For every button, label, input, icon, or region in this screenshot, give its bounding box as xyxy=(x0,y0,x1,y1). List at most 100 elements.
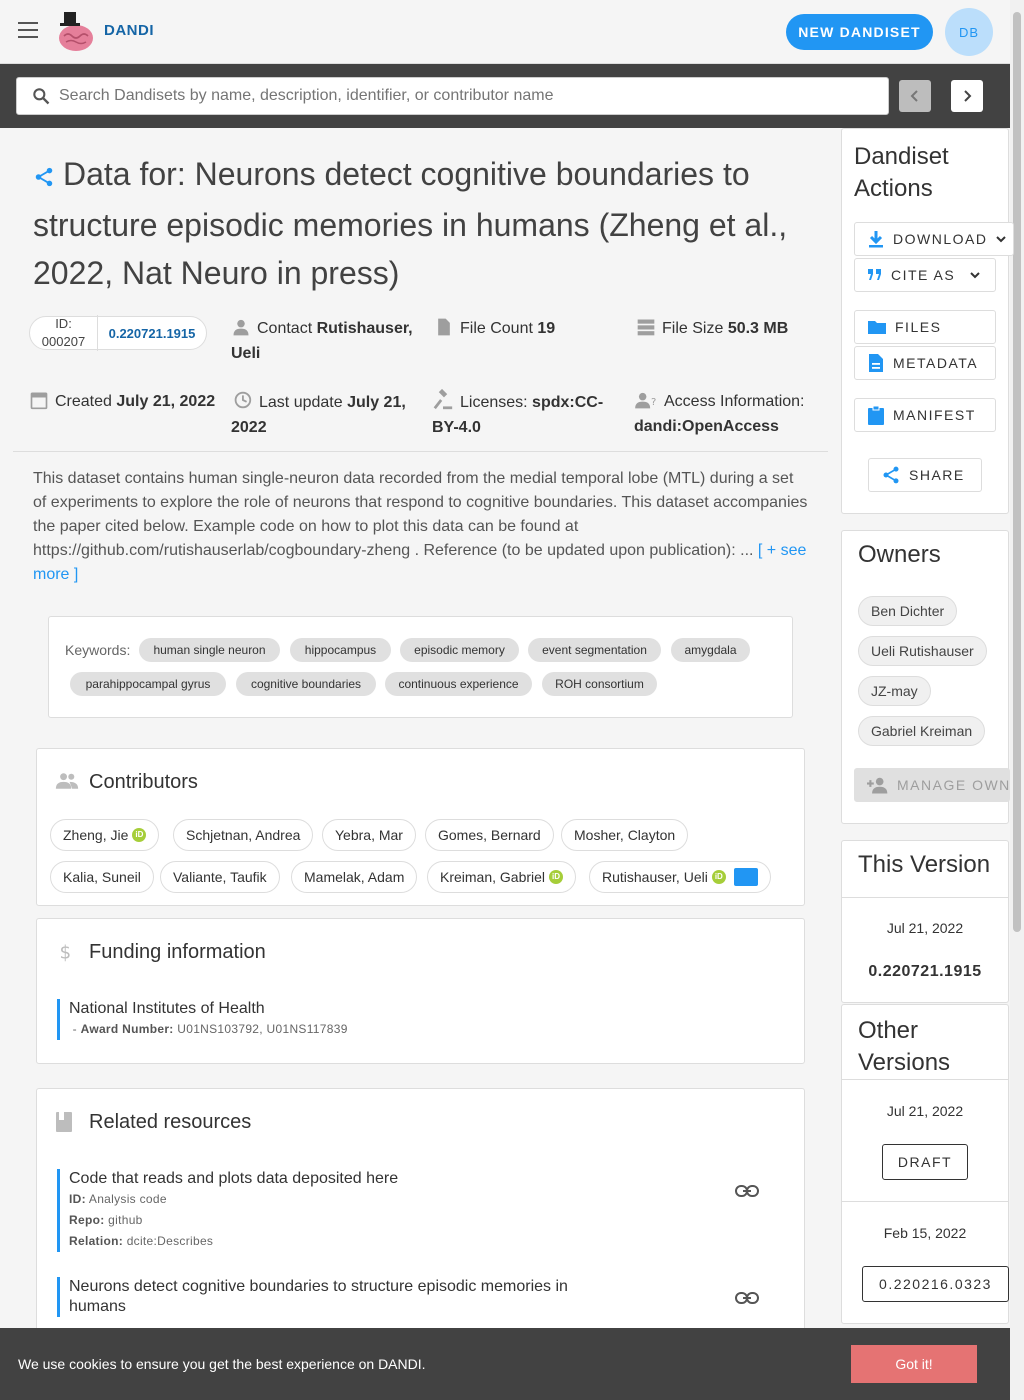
contributor-chip[interactable]: Mamelak, Adam xyxy=(291,861,418,893)
dandiset-title: Data for: Neurons detect cognitive bound… xyxy=(33,150,813,297)
resource-id-label: ID: xyxy=(69,1192,86,1206)
accept-cookies-button[interactable]: Got it! xyxy=(851,1345,977,1383)
resource-relation: dcite:Describes xyxy=(126,1234,214,1248)
book-icon xyxy=(56,1112,72,1132)
resource-title: Code that reads and plots data deposited… xyxy=(69,1170,399,1187)
file-size: File Size 50.3 MB xyxy=(636,316,826,341)
resource-relation-label: Relation: xyxy=(69,1234,124,1248)
link-icon[interactable] xyxy=(735,1183,759,1199)
version-label[interactable]: 0.220721.1915 xyxy=(98,326,206,341)
contributors-title: Contributors xyxy=(89,771,198,793)
created-value: July 21, 2022 xyxy=(116,393,216,410)
keyword-chip: episodic memory xyxy=(400,638,519,662)
document-icon xyxy=(869,354,883,372)
dandi-logo[interactable] xyxy=(52,10,96,54)
file-count: File Count 19 xyxy=(434,316,624,341)
keywords-panel: Keywords: human single neuron hippocampu… xyxy=(48,616,793,718)
owners-title: Owners xyxy=(858,541,941,568)
keyword-chip: continuous experience xyxy=(385,672,532,696)
contributor-chip[interactable]: Zheng, Jie iD xyxy=(50,819,160,851)
search-bar xyxy=(0,64,1010,128)
clipboard-icon xyxy=(868,405,884,425)
funder-name: National Institutes of Health xyxy=(69,1000,265,1017)
quote-icon xyxy=(868,269,881,280)
contributor-chip[interactable]: Yebra, Mar xyxy=(322,819,416,851)
link-icon[interactable] xyxy=(735,1290,759,1306)
last-update: Last update July 21, 2022 xyxy=(231,389,421,440)
access-info: ? Access Information: dandi:OpenAccess xyxy=(634,389,824,439)
contributor-chip[interactable]: Kreiman, Gabriel iD xyxy=(427,861,577,893)
search-icon xyxy=(33,88,50,105)
contributor-chip[interactable]: Schjetnan, Andrea xyxy=(173,819,314,851)
contributor-chip[interactable]: Kalia, Suneil xyxy=(50,861,154,893)
contributor-chip[interactable]: Valiante, Taufik xyxy=(160,861,280,893)
group-icon xyxy=(55,773,79,789)
divider xyxy=(842,1079,1008,1080)
keyword-chip: hippocampus xyxy=(290,638,391,662)
funding-card: $ Funding information National Institute… xyxy=(36,918,805,1064)
contributor-name: Kreiman, Gabriel xyxy=(440,869,546,885)
gavel-icon xyxy=(433,388,453,410)
file-count-label: File Count xyxy=(460,320,533,337)
download-button[interactable]: DOWNLOAD xyxy=(854,222,1014,256)
owners-panel: Owners Ben Dichter Ueli Rutishauser JZ-m… xyxy=(841,530,1010,824)
manage-owners-button[interactable]: MANAGE OWNERS xyxy=(854,768,1010,802)
divider xyxy=(842,1201,1008,1202)
this-version-title: This Version xyxy=(858,851,991,878)
related-item: Neurons detect cognitive boundaries to s… xyxy=(57,1277,577,1317)
orcid-icon[interactable]: iD xyxy=(549,870,564,884)
page-scrollbar[interactable] xyxy=(1010,0,1024,1400)
file-icon xyxy=(438,318,450,336)
user-avatar[interactable]: DB xyxy=(945,8,993,56)
this-version-panel: This Version Jul 21, 2022 0.220721.1915 xyxy=(841,840,1009,1003)
metadata-button[interactable]: METADATA xyxy=(854,346,996,380)
cite-as-button[interactable]: CITE AS xyxy=(854,258,996,292)
contributor-chip[interactable]: Gomes, Bernard xyxy=(425,819,554,851)
calendar-icon xyxy=(30,392,48,410)
version-date: Jul 21, 2022 xyxy=(886,1103,964,1119)
contact-person-icon[interactable] xyxy=(733,868,758,886)
contributor-name: Yebra, Mar xyxy=(335,827,403,843)
resource-title: Neurons detect cognitive boundaries to s… xyxy=(69,1278,568,1315)
dandiset-id: ID: 000207 xyxy=(30,315,98,351)
menu-icon[interactable] xyxy=(18,22,38,38)
manifest-button[interactable]: MANIFEST xyxy=(854,398,996,432)
manage-owners-label: MANAGE OWNERS xyxy=(897,777,1010,793)
keyword-chip: human single neuron xyxy=(139,638,280,662)
keyword-chip: amygdala xyxy=(671,638,750,662)
cite-label: CITE AS xyxy=(891,267,956,283)
access-value: dandi:OpenAccess xyxy=(634,418,779,435)
file-size-label: File Size xyxy=(662,320,724,337)
orcid-icon[interactable]: iD xyxy=(132,828,147,842)
share-button[interactable]: SHARE xyxy=(868,458,982,492)
new-dandiset-button[interactable]: NEW DANDISET xyxy=(786,14,933,50)
award-number: U01NS103792, U01NS117839 xyxy=(177,1022,348,1036)
published-version-button[interactable]: 0.220216.0323 xyxy=(862,1266,1009,1302)
id-value: 000207 xyxy=(41,334,86,349)
title-text: Data for: Neurons detect cognitive bound… xyxy=(33,156,788,291)
scrollbar-thumb[interactable] xyxy=(1013,12,1021,932)
keyword-chip: cognitive boundaries xyxy=(236,672,376,696)
chevron-left-icon xyxy=(910,90,918,102)
share-icon[interactable] xyxy=(33,153,55,201)
contributor-chip[interactable]: Mosher, Clayton xyxy=(561,819,689,851)
contributor-name: Gomes, Bernard xyxy=(438,827,541,843)
search-input[interactable] xyxy=(59,87,859,105)
download-icon xyxy=(869,231,883,248)
orcid-icon[interactable]: iD xyxy=(711,870,726,884)
contributor-chip[interactable]: Rutishauser, Ueli iD xyxy=(589,861,771,893)
history-icon xyxy=(234,391,252,409)
next-page-button[interactable] xyxy=(951,80,983,112)
brand-name[interactable]: DANDI xyxy=(104,22,154,39)
files-button[interactable]: FILES xyxy=(854,310,996,344)
resource-repo: github xyxy=(108,1213,143,1227)
draft-version-button[interactable]: DRAFT xyxy=(882,1144,968,1180)
owner-chip: Ueli Rutishauser xyxy=(858,636,987,666)
share-label: SHARE xyxy=(909,467,965,483)
funding-item: National Institutes of Health - Award Nu… xyxy=(57,999,348,1040)
storage-icon xyxy=(637,319,655,336)
contributor-name: Mamelak, Adam xyxy=(304,869,405,885)
contributor-name: Schjetnan, Andrea xyxy=(186,827,301,843)
previous-page-button[interactable] xyxy=(899,80,931,112)
svg-text:$: $ xyxy=(60,942,72,963)
